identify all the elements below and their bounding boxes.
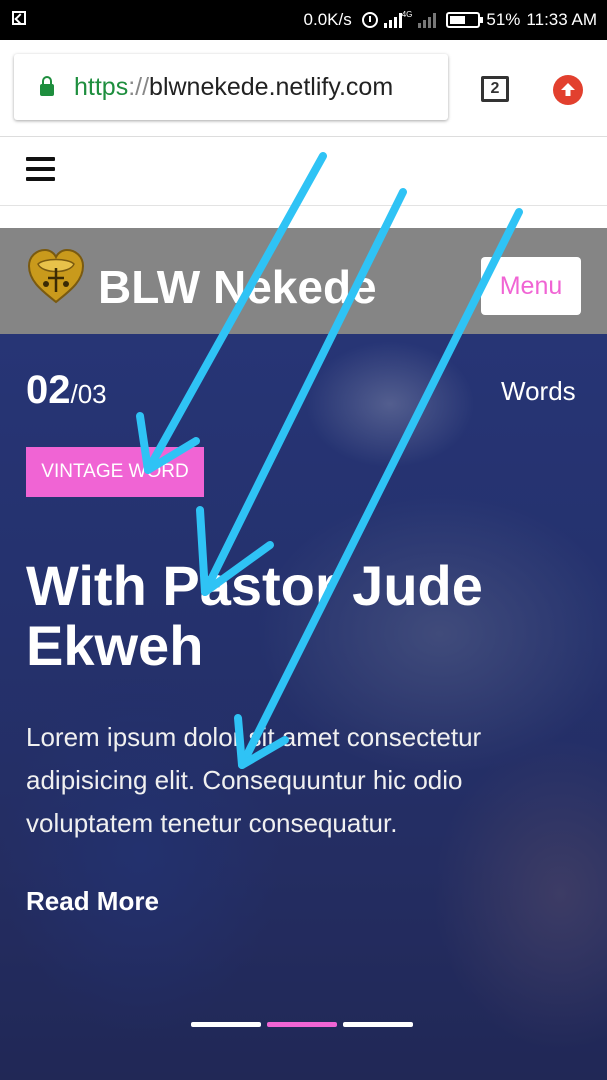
slide-current: 02 [26, 368, 71, 412]
alarm-icon [361, 12, 378, 28]
lock-icon [40, 76, 54, 96]
menu-button[interactable]: Menu [481, 257, 581, 315]
logo-icon [27, 248, 85, 304]
battery-level: 51% [486, 10, 521, 29]
signal-icon [383, 12, 402, 28]
hamburger-icon[interactable] [26, 157, 55, 181]
slider-indicator-1[interactable] [191, 1022, 261, 1027]
site-nav [0, 137, 607, 206]
url-text[interactable]: https://blwnekede.netlify.com [74, 73, 393, 102]
status-bar: 0.0K/s 4G 51% 11:33 AM [0, 0, 607, 40]
read-more-link[interactable]: Read More [26, 886, 159, 917]
status-indicators: 0.0K/s 4G 51% 11:33 AM [304, 0, 597, 40]
battery-icon [446, 12, 484, 28]
signal-icon-secondary [418, 12, 437, 28]
net-speed: 0.0K/s [303, 10, 352, 29]
slide-total: /03 [70, 379, 107, 409]
clock: 11:33 AM [526, 10, 597, 29]
slide-description: Lorem ipsum dolor sit amet consectetur a… [26, 722, 482, 838]
slide-title: With Pastor Jude Ekweh [26, 554, 483, 677]
upload-icon [561, 83, 575, 96]
screenshot-icon [12, 11, 26, 25]
slide-category: Words [501, 376, 576, 406]
tabs-button[interactable]: 2 [481, 76, 509, 102]
upload-button[interactable] [553, 75, 583, 105]
slider-indicators [191, 1022, 413, 1027]
network-type: 4G [401, 9, 413, 19]
hero-background-image [0, 334, 607, 1080]
slider-indicator-3[interactable] [343, 1022, 413, 1027]
slide-tag-badge[interactable]: VINTAGE WORD [26, 447, 204, 497]
slide-counter: 02/03 [26, 368, 107, 421]
site-brand[interactable]: BLW Nekede [98, 262, 377, 312]
address-bar[interactable]: https://blwnekede.netlify.com [14, 54, 448, 120]
slider-indicator-2[interactable] [267, 1022, 337, 1027]
hero-header: BLW Nekede Menu [0, 228, 607, 334]
browser-toolbar: https://blwnekede.netlify.com 2 [0, 40, 607, 137]
